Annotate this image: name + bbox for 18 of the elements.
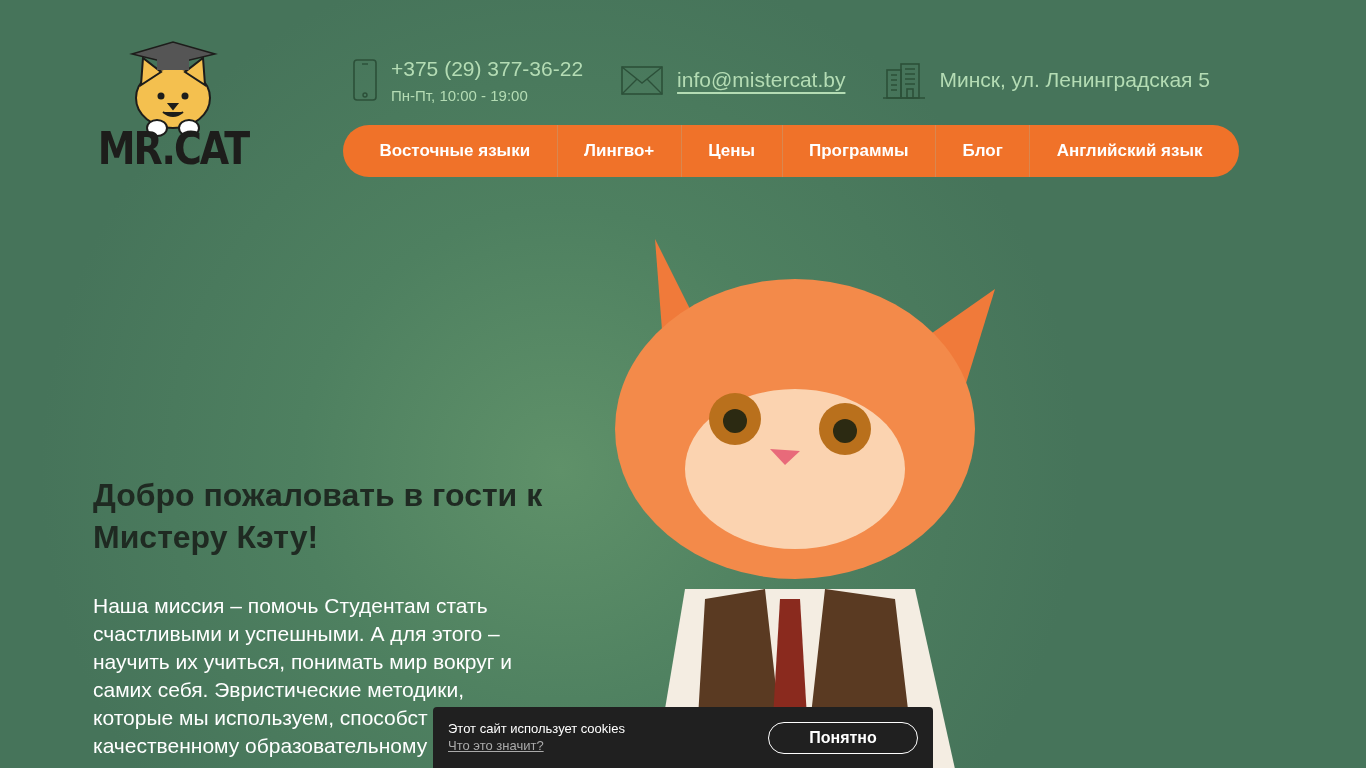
cookie-info-link[interactable]: Что это значит?	[448, 738, 544, 753]
logo-text[interactable]: MR.CAT	[97, 127, 249, 171]
cookie-text: Этот сайт использует cookies	[448, 721, 625, 736]
phone-number[interactable]: +375 (29) 377-36-22	[391, 56, 584, 81]
nav-link[interactable]: Программы	[781, 125, 935, 177]
hero-title: Добро пожаловать в гости к Мистеру Кэту!	[93, 476, 544, 557]
envelope-icon	[621, 65, 664, 95]
nav-link[interactable]: Цены	[680, 125, 782, 177]
phone-icon	[353, 59, 377, 101]
buildings-icon	[883, 61, 926, 99]
email-link[interactable]: info@mistercat.by	[677, 68, 846, 92]
nav-link[interactable]: Блог	[935, 125, 1030, 177]
nav-link[interactable]: Восточные языки	[353, 125, 557, 177]
nav-link[interactable]: Лингво+	[556, 125, 681, 177]
mission-text: которые мы используем, способст качественному образовательному	[93, 705, 428, 759]
nav-link[interactable]: Английский язык	[1029, 125, 1229, 177]
address: Минск, ул. Ленинградская 5	[939, 68, 1210, 92]
working-hours: Пн-Пт, 10:00 - 19:00	[391, 86, 529, 104]
